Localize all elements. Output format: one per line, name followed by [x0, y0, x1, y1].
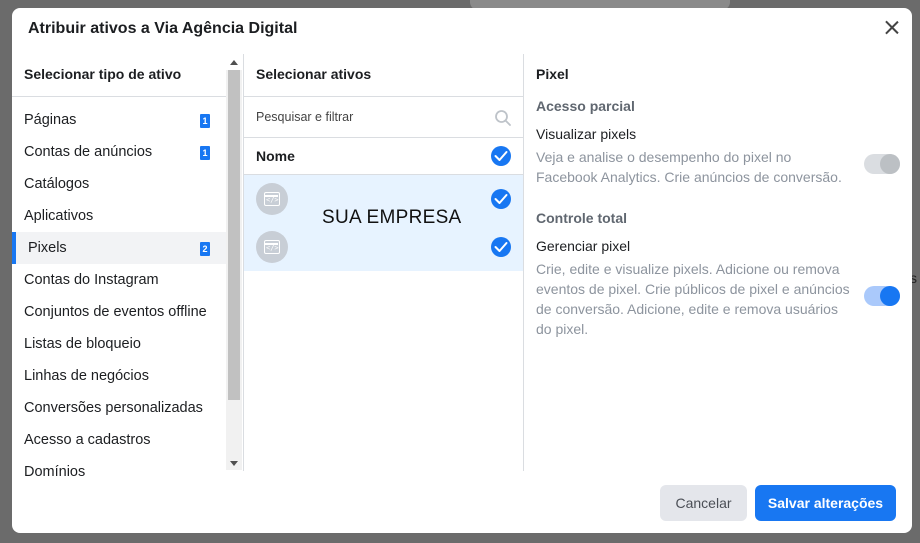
asset-list-heading: Selecionar ativos — [256, 66, 372, 82]
dialog-footer: Cancelar Salvar alterações — [12, 471, 912, 533]
scroll-up-arrow-icon[interactable] — [230, 60, 238, 65]
asset-type-label: Acesso a cadastros — [24, 432, 151, 448]
permissions-panel: Pixel Acesso parcial Visualizar pixels V… — [524, 54, 912, 471]
asset-list-header-row: Nome — [244, 138, 523, 175]
asset-type-label: Conversões personalizadas — [24, 400, 203, 416]
partial-access-title: Acesso parcial — [536, 98, 635, 114]
asset-type-item-catalogos[interactable]: Catálogos — [12, 168, 226, 200]
pixel-code-icon: </> — [256, 231, 288, 263]
close-icon[interactable] — [882, 18, 902, 38]
active-indicator — [12, 232, 16, 264]
count-badge: 2 — [200, 242, 210, 256]
asset-type-item-linhas-de-negocios[interactable]: Linhas de negócios — [12, 360, 226, 392]
asset-type-item-pixels[interactable]: Pixels 2 — [12, 232, 226, 264]
divider — [12, 96, 226, 97]
asset-type-label: Contas do Instagram — [24, 272, 159, 288]
asset-list-panel: Selecionar ativos Nome </> </> — [244, 54, 524, 471]
column-header-name: Nome — [256, 148, 295, 164]
search-input[interactable] — [256, 107, 486, 127]
permissions-heading: Pixel — [536, 66, 569, 82]
scroll-down-arrow-icon[interactable] — [230, 461, 238, 466]
full-permission-description: Crie, edite e visualize pixels. Adicione… — [536, 261, 850, 337]
full-permission-label: Gerenciar pixel — [536, 238, 631, 254]
asset-type-label: Listas de bloqueio — [24, 336, 141, 352]
check-icon — [494, 151, 508, 161]
scrollbar-thumb[interactable] — [228, 70, 240, 400]
asset-type-heading: Selecionar tipo de ativo — [24, 66, 182, 82]
asset-checkbox-2[interactable] — [491, 237, 511, 257]
asset-type-label: Contas de anúncios — [24, 144, 153, 160]
asset-type-item-conjuntos-de-eventos-offline[interactable]: Conjuntos de eventos offline — [12, 296, 226, 328]
asset-type-item-listas-de-bloqueio[interactable]: Listas de bloqueio — [12, 328, 226, 360]
asset-type-label: Catálogos — [24, 176, 90, 192]
check-icon — [494, 194, 508, 204]
asset-type-label: Aplicativos — [24, 208, 94, 224]
view-pixels-toggle[interactable] — [864, 154, 900, 174]
dialog-title: Atribuir ativos a Via Agência Digital — [28, 20, 298, 37]
asset-checkbox-1[interactable] — [491, 189, 511, 209]
pixel-code-icon: </> — [256, 183, 288, 215]
partial-permission-label: Visualizar pixels — [536, 126, 637, 142]
asset-type-label: Conjuntos de eventos offline — [24, 304, 207, 320]
asset-type-panel: Selecionar tipo de ativo Páginas 1 Conta… — [12, 54, 244, 480]
check-icon — [494, 242, 508, 252]
manage-pixel-toggle[interactable] — [864, 286, 900, 306]
asset-type-item-acesso-a-cadastros[interactable]: Acesso a cadastros — [12, 424, 226, 456]
asset-type-item-aplicativos[interactable]: Aplicativos — [12, 200, 226, 232]
select-all-checkbox[interactable] — [491, 146, 511, 166]
count-badge: 1 — [200, 114, 210, 128]
asset-type-label: Pixels — [28, 240, 67, 256]
full-control-title: Controle total — [536, 210, 627, 226]
search-icon[interactable] — [494, 109, 512, 127]
search-bar — [244, 96, 523, 138]
partial-permission-description: Veja e analise o desempenho do pixel no … — [536, 149, 842, 185]
asset-type-label: Páginas — [24, 112, 77, 128]
cancel-button[interactable]: Cancelar — [660, 485, 747, 521]
count-badge: 1 — [200, 146, 210, 160]
asset-type-item-conversoes-personalizadas[interactable]: Conversões personalizadas — [12, 392, 226, 424]
asset-type-item-contas-do-instagram[interactable]: Contas do Instagram — [12, 264, 226, 296]
company-name-overlay: SUA EMPRESA — [322, 207, 462, 228]
asset-type-item-contas-de-anuncios[interactable]: Contas de anúncios 1 — [12, 136, 226, 168]
selected-asset-rows: </> </> SUA EMPRESA — [244, 175, 523, 271]
assign-assets-dialog: Atribuir ativos a Via Agência Digital Se… — [12, 8, 912, 533]
asset-type-label: Linhas de negócios — [24, 368, 149, 384]
asset-type-item-paginas[interactable]: Páginas 1 — [12, 104, 226, 136]
save-changes-button[interactable]: Salvar alterações — [755, 485, 896, 521]
